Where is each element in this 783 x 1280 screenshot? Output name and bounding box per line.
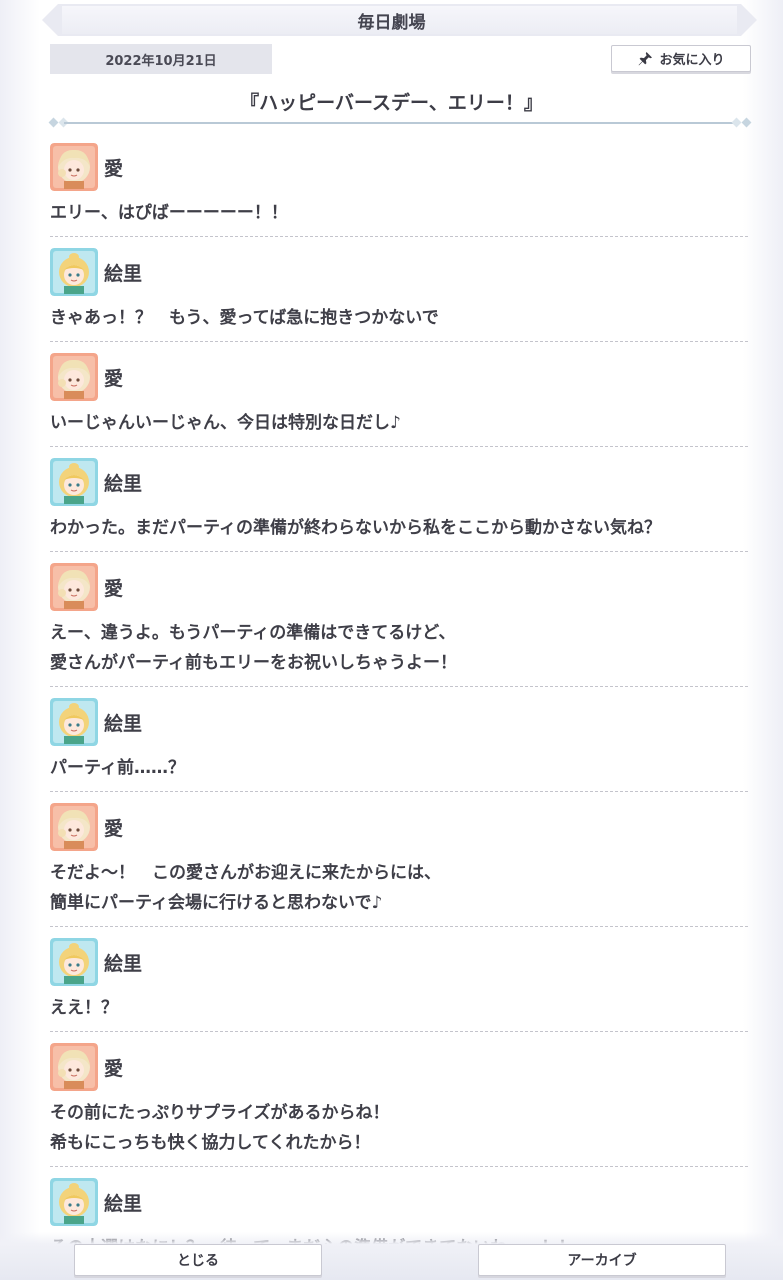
- speaker-row: 絵里: [50, 937, 748, 987]
- speaker-row: 愛: [50, 1042, 748, 1092]
- dialogue-line: パーティ前……？: [50, 758, 185, 778]
- eli-avatar: [50, 458, 98, 506]
- dialogue-line: その前にたっぷりサプライズがあるからね！: [50, 1103, 390, 1123]
- ai-avatar: [50, 563, 98, 611]
- speaker-row: 愛: [50, 562, 748, 612]
- dialogue-entry: 絵里ええ！？: [50, 937, 748, 1032]
- speaker-name: 絵里: [104, 712, 143, 735]
- dialogue-list: 愛エリー、はぴばーーーーー！！ 絵里 きゃあっ！？ もう、愛ってば急に抱きつかないで…: [50, 142, 748, 1280]
- speaker-row: 愛: [50, 352, 748, 402]
- archive-button[interactable]: アーカイブ: [478, 1244, 726, 1276]
- dialogue-text: いーじゃんいーじゃん、今日は特別な日だし♪: [50, 402, 748, 438]
- eli-avatar: [50, 1178, 98, 1226]
- dialogue-line: 希もにこっちも快く協力してくれたから！: [50, 1133, 371, 1153]
- speaker-row: 絵里: [50, 457, 748, 507]
- dialogue-line: いーじゃんいーじゃん、今日は特別な日だし♪: [50, 413, 401, 433]
- dialogue-entry: 愛エリー、はぴばーーーーー！！: [50, 142, 748, 237]
- dialogue-text: わかった。まだパーティの準備が終わらないから私をここから動かさない気ね？: [50, 507, 748, 543]
- speaker-row: 絵里: [50, 1177, 748, 1227]
- dialogue-line: ええ！？: [50, 998, 118, 1018]
- daily-theater-screen: 毎日劇場 2022年10月21日 お気に入り 『ハッピーバースデー、エリー！』 …: [0, 0, 783, 1280]
- speaker-name: 愛: [104, 157, 124, 180]
- dialogue-line: 簡単にパーティ会場に行けると思わないで♪: [50, 893, 383, 913]
- dialogue-entry: 愛そだよ〜！ この愛さんがお迎えに来たからには、 簡単にパーティ会場に行けると思わ…: [50, 802, 748, 927]
- title-divider: [48, 117, 752, 128]
- favorite-button[interactable]: お気に入り: [611, 45, 751, 72]
- eli-avatar: [50, 698, 98, 746]
- dialogue-text: きゃあっ！？ もう、愛ってば急に抱きつかないで: [50, 297, 748, 333]
- date-label: 2022年10月21日: [50, 44, 272, 74]
- close-button[interactable]: とじる: [74, 1244, 322, 1276]
- speaker-row: 愛: [50, 142, 748, 192]
- dialogue-entry: 愛えー、違うよ。もうパーティの準備はできてるけど、 愛さんがパーティ前もエリーをお…: [50, 562, 748, 687]
- speaker-name: 絵里: [104, 952, 143, 975]
- divider-ornament: [741, 117, 752, 128]
- dialogue-text: えー、違うよ。もうパーティの準備はできてるけど、 愛さんがパーティ前もエリーをお祝…: [50, 612, 748, 678]
- page-title: 毎日劇場: [357, 13, 426, 33]
- pin-icon: [637, 51, 653, 67]
- dialogue-text: そだよ〜！ この愛さんがお迎えに来たからには、 簡単にパーティ会場に行けると思わな…: [50, 852, 748, 918]
- dialogue-entry: 絵里パーティ前……？: [50, 697, 748, 792]
- favorite-label: お気に入り: [659, 53, 725, 68]
- speaker-row: 絵里: [50, 247, 748, 297]
- dialogue-line: わかった。まだパーティの準備が終わらないから私をここから動かさない気ね？: [50, 518, 661, 538]
- dialogue-text: パーティ前……？: [50, 747, 748, 783]
- dialogue-line: きゃあっ！？ もう、愛ってば急に抱きつかないで: [50, 308, 439, 328]
- dialogue-entry: 絵里わかった。まだパーティの準備が終わらないから私をここから動かさない気ね？: [50, 457, 748, 552]
- speaker-row: 絵里: [50, 697, 748, 747]
- dialogue-text: エリー、はぴばーーーーー！！: [50, 192, 748, 228]
- story-title: 『ハッピーバースデー、エリー！』: [240, 92, 543, 114]
- ai-avatar: [50, 143, 98, 191]
- dialogue-line: エリー、はぴばーーーーー！！: [50, 203, 288, 223]
- dialogue-line: そだよ〜！ この愛さんがお迎えに来たからには、: [50, 863, 441, 883]
- ai-avatar: [50, 353, 98, 401]
- speaker-name: 愛: [104, 367, 124, 390]
- speaker-name: 絵里: [104, 472, 143, 495]
- speaker-name: 愛: [104, 1057, 124, 1080]
- ai-avatar: [50, 803, 98, 851]
- eli-avatar: [50, 248, 98, 296]
- divider-ornament: [731, 117, 742, 128]
- speaker-name: 絵里: [104, 1192, 143, 1215]
- speaker-name: 愛: [104, 577, 124, 600]
- dialogue-entry: 愛その前にたっぷりサプライズがあるからね！ 希もにこっちも快く協力してくれたから！: [50, 1042, 748, 1167]
- dialogue-text: ええ！？: [50, 987, 748, 1023]
- dialogue-line: えー、違うよ。もうパーティの準備はできてるけど、: [50, 623, 456, 643]
- speaker-name: 愛: [104, 817, 124, 840]
- speaker-name: 絵里: [104, 262, 143, 285]
- dialogue-entry: 絵里きゃあっ！？ もう、愛ってば急に抱きつかないで: [50, 247, 748, 342]
- dialogue-entry: 愛いーじゃんいーじゃん、今日は特別な日だし♪: [50, 352, 748, 447]
- speaker-row: 愛: [50, 802, 748, 852]
- eli-avatar: [50, 938, 98, 986]
- dialogue-line: 愛さんがパーティ前もエリーをお祝いしちゃうよー！: [50, 653, 457, 673]
- ai-avatar: [50, 1043, 98, 1091]
- divider-ornament: [48, 117, 59, 128]
- dialogue-text: その前にたっぷりサプライズがあるからね！ 希もにこっちも快く協力してくれたから！: [50, 1092, 748, 1158]
